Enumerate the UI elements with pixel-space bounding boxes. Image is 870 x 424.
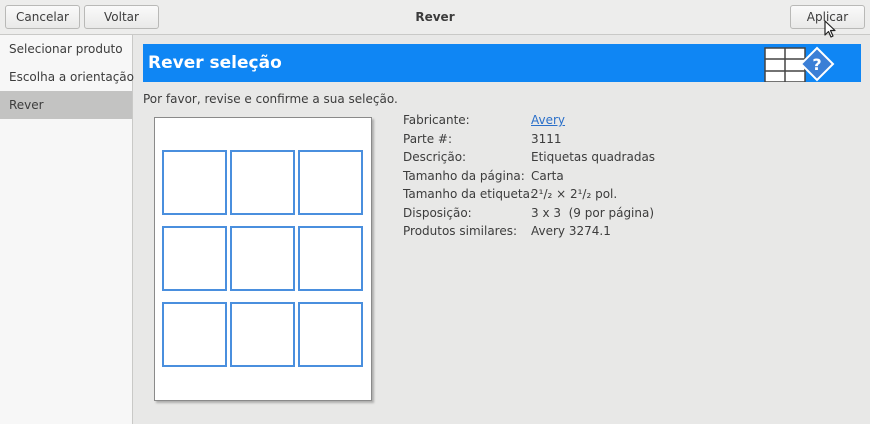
detail-row-layout: Disposição: 3 x 3 (9 por página) (403, 206, 655, 225)
detail-value: 3111 (531, 131, 562, 146)
label-preview-cell (162, 150, 227, 215)
detail-key: Tamanho da página: (403, 168, 525, 183)
detail-row-manufacturer: Fabricante: Avery (403, 113, 655, 132)
main-panel: Rever seleção ? Por favor, revise e conf… (133, 35, 870, 424)
page-title: Rever seleção (148, 53, 282, 73)
detail-value: Etiquetas quadradas (531, 150, 656, 164)
detail-key: Fabricante: (403, 113, 470, 127)
sidebar-item-review[interactable]: Rever (0, 91, 132, 119)
label-preview-cell (230, 150, 295, 215)
detail-key: Tamanho da etiqueta: (403, 187, 535, 201)
detail-row-similar-products: Produtos similares: Avery 3274.1 (403, 224, 655, 243)
detail-row-page-size: Tamanho da página: Carta (403, 169, 655, 188)
manufacturer-link[interactable]: Avery (531, 113, 565, 132)
detail-key: Parte #: (403, 131, 452, 146)
svg-text:?: ? (812, 55, 821, 74)
label-preview-cell (230, 226, 295, 291)
instructions-text: Por favor, revise e confirme a sua seleç… (143, 92, 398, 106)
detail-key: Descrição: (403, 150, 467, 164)
label-preview-cell (298, 150, 363, 215)
product-details: Fabricante: Avery Parte #: 3111 Descriçã… (403, 113, 655, 243)
detail-key: Produtos similares: (403, 224, 518, 238)
detail-row-description: Descrição: Etiquetas quadradas (403, 150, 655, 169)
label-preview-cell (162, 226, 227, 291)
label-sheet-preview (154, 117, 372, 401)
label-preview-cell (230, 302, 295, 367)
cancel-button[interactable]: Cancelar (5, 5, 80, 29)
page-banner: Rever seleção ? (143, 44, 861, 82)
detail-key: Disposição: (403, 205, 472, 220)
detail-value: 3 x 3 (9 por página) (531, 205, 655, 220)
label-preview-cell (162, 302, 227, 367)
detail-value: Avery 3274.1 (531, 224, 611, 238)
detail-value: Carta (531, 168, 564, 183)
sidebar-item-select-product[interactable]: Selecionar produto (0, 35, 132, 63)
detail-row-label-size: Tamanho da etiqueta: 2¹/₂ × 2¹/₂ pol. (403, 187, 655, 206)
sidebar: Selecionar produto Escolha a orientação … (0, 35, 134, 424)
label-sheet-help-icon: ? (764, 46, 835, 82)
label-preview-cell (298, 226, 363, 291)
header-bar: Cancelar Voltar Rever Aplicar (0, 0, 870, 38)
detail-value: 2¹/₂ × 2¹/₂ pol. (531, 187, 618, 201)
detail-row-part: Parte #: 3111 (403, 132, 655, 151)
sidebar-item-orientation[interactable]: Escolha a orientação (0, 63, 134, 91)
label-preview-cell (298, 302, 363, 367)
back-button[interactable]: Voltar (84, 5, 159, 29)
